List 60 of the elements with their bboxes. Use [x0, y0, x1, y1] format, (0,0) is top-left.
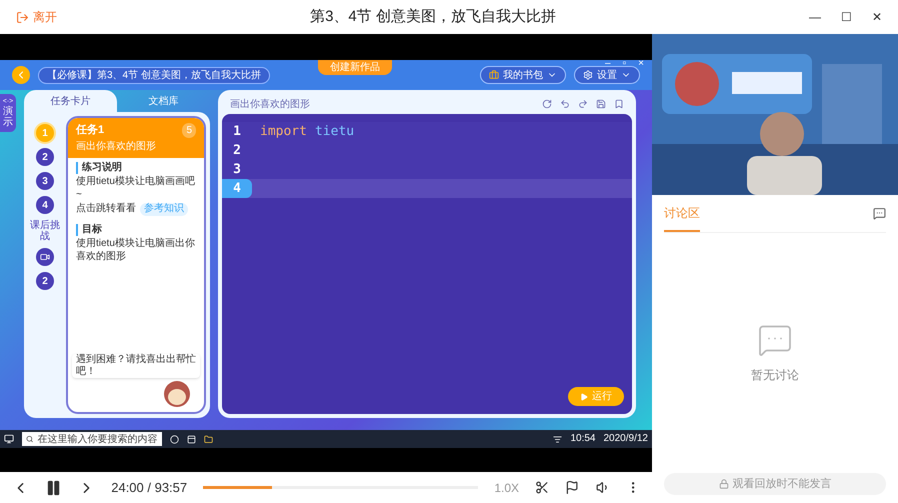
step-badge[interactable] [36, 248, 54, 266]
exit-icon [16, 10, 29, 24]
step-badge[interactable]: 2 [36, 272, 54, 290]
menu-button[interactable]: 设置 [574, 66, 640, 84]
editor-title: 画出你喜欢的图形 [230, 98, 311, 112]
chat-settings-icon[interactable] [873, 207, 886, 220]
section-text: 使用tietu模块让电脑画画吧~ [76, 176, 196, 201]
leave-button[interactable]: 离开 [16, 8, 57, 26]
code-keyword: import [260, 122, 307, 141]
app-window-control[interactable]: × [638, 56, 644, 71]
redo-icon[interactable] [578, 99, 588, 109]
link-label: 点击跳转看看 [76, 203, 136, 216]
code-editor[interactable]: 1 import tietu 2 3 4 运行 [222, 114, 632, 414]
window-control[interactable]: ✕ [872, 8, 882, 26]
window-title: 第3、4节 创意美图，放飞自我大比拼 [309, 6, 557, 27]
section-text: 使用tietu模块让电脑画出你喜欢的图形 [76, 238, 196, 263]
speed-button[interactable]: 1.0X [494, 478, 520, 496]
step-badge[interactable]: 4 [36, 196, 54, 214]
back-button[interactable] [12, 66, 30, 84]
lock-icon [718, 479, 728, 489]
taskbar-time: 10:54 [570, 434, 596, 444]
line-number: 4 [222, 178, 252, 198]
window-control[interactable]: ☐ [841, 8, 852, 26]
refresh-icon[interactable] [542, 99, 552, 109]
video-icon [40, 252, 50, 262]
flag-icon[interactable] [565, 480, 580, 495]
bag-icon [489, 70, 499, 80]
panel-tab[interactable]: 文档库 [117, 90, 210, 112]
settings-icon [583, 70, 593, 80]
search-icon [26, 435, 34, 443]
step-badge[interactable]: 2 [36, 148, 54, 166]
window-control[interactable]: — [809, 8, 821, 26]
section-heading: 练习说明 [76, 162, 196, 174]
circle-icon[interactable] [170, 434, 179, 444]
bookmark-icon[interactable] [614, 99, 624, 109]
score-badge: 5 [182, 122, 196, 138]
save-icon[interactable] [596, 99, 606, 109]
challenge-label: 课后挑战 [29, 220, 61, 242]
play-icon [580, 392, 588, 400]
code-text: tietu [314, 122, 354, 141]
chat-disabled-text: 观看回放时不能发言 [732, 476, 832, 492]
menu-button[interactable]: 我的书包 [480, 66, 566, 84]
taskbar-date: 2020/9/12 [604, 434, 648, 444]
task-subtitle: 画出你喜欢的图形 [76, 140, 157, 154]
help-bubble: 遇到困难？请找喜出出帮忙吧！ [72, 354, 200, 378]
section-heading: 目标 [76, 224, 196, 236]
empty-message: 暂无讨论 [751, 367, 799, 384]
undo-icon[interactable] [560, 99, 570, 109]
playback-time: 24:00 / 93:57 [111, 478, 188, 497]
task-view-icon[interactable] [187, 434, 196, 444]
folder-icon[interactable] [204, 434, 213, 444]
line-number: 3 [232, 160, 242, 179]
course-title: 【必修课】第3、4节 创意美图，放飞自我大比拼 [38, 66, 270, 84]
demo-label: 演示 [3, 106, 13, 128]
scissors-icon[interactable] [535, 480, 550, 495]
line-number: 1 [232, 122, 242, 141]
step-badge[interactable]: 3 [36, 172, 54, 190]
task-title: 任务1 [76, 122, 104, 138]
panel-tab[interactable]: 任务卡片 [24, 90, 117, 112]
line-number: 2 [232, 142, 242, 160]
